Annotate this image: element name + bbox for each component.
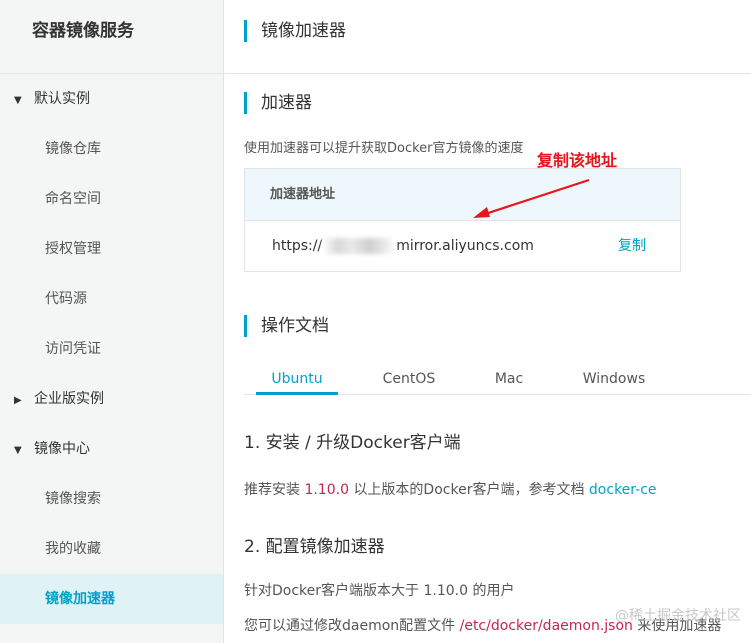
copy-button[interactable]: 复制 bbox=[618, 221, 646, 271]
page-header: 镜像加速器 bbox=[225, 0, 751, 74]
sidebar-item-authorization[interactable]: 授权管理 bbox=[0, 224, 223, 274]
os-tabs: Ubuntu CentOS Mac Windows bbox=[244, 365, 751, 395]
caret-down-icon: ▼ bbox=[14, 95, 22, 106]
section-title-docs: 操作文档 bbox=[244, 315, 329, 337]
sidebar-group-image-center[interactable]: ▼ 镜像中心 bbox=[0, 424, 223, 474]
tab-mac[interactable]: Mac bbox=[484, 365, 534, 395]
tab-ubuntu[interactable]: Ubuntu bbox=[256, 365, 338, 395]
step1-title: 1. 安装 / 升级Docker客户端 bbox=[244, 433, 461, 453]
step1-text-after: 以上版本的Docker客户端，参考文档 bbox=[353, 482, 585, 498]
sidebar-item-code-source[interactable]: 代码源 bbox=[0, 274, 223, 324]
section-title-accelerator: 加速器 bbox=[244, 92, 312, 114]
sidebar: 容器镜像服务 ▼ 默认实例 镜像仓库 命名空间 授权管理 代码源 访问凭证 ▶ 企业… bbox=[0, 0, 224, 643]
sidebar-item-favorites[interactable]: 我的收藏 bbox=[0, 524, 223, 574]
step2-text1: 针对Docker客户端版本大于 1.10.0 的用户 bbox=[244, 580, 514, 600]
docker-ce-link[interactable]: docker-ce bbox=[589, 482, 657, 498]
caret-right-icon: ▶ bbox=[14, 395, 22, 406]
step2-text1-after: 的用户 bbox=[472, 583, 515, 599]
tab-centos[interactable]: CentOS bbox=[367, 365, 451, 395]
watermark: @稀土掘金技术社区 bbox=[615, 608, 741, 624]
main-content: 镜像加速器 加速器 使用加速器可以提升获取Docker官方镜像的速度 加速器地址… bbox=[225, 0, 751, 643]
sidebar-item-image-accelerator[interactable]: 镜像加速器 bbox=[0, 574, 223, 624]
accelerator-address-box: 加速器地址 https:// mirror.aliyuncs.com 复制 bbox=[244, 168, 681, 272]
sidebar-item-image-search[interactable]: 镜像搜索 bbox=[0, 474, 223, 524]
sidebar-item-namespace[interactable]: 命名空间 bbox=[0, 174, 223, 224]
accelerator-description: 使用加速器可以提升获取Docker官方镜像的速度 bbox=[244, 141, 524, 156]
daemon-json-path: /etc/docker/daemon.json bbox=[459, 618, 633, 634]
step2-text1-before: 针对Docker客户端版本大于 bbox=[244, 583, 420, 599]
redacted-blur bbox=[323, 238, 396, 254]
sidebar-group-default-instance[interactable]: ▼ 默认实例 bbox=[0, 74, 223, 124]
page-title: 镜像加速器 bbox=[244, 20, 346, 42]
sidebar-group-enterprise-instance[interactable]: ▶ 企业版实例 bbox=[0, 374, 223, 424]
tab-windows[interactable]: Windows bbox=[571, 365, 657, 395]
mirror-url-suffix: mirror.aliyuncs.com bbox=[396, 238, 534, 254]
annotation-label: 复制该地址 bbox=[537, 151, 618, 170]
sidebar-group-label: 企业版实例 bbox=[34, 391, 104, 407]
step1-version: 1.10.0 bbox=[304, 482, 349, 498]
step1-text-before: 推荐安装 bbox=[244, 482, 300, 498]
sidebar-item-image-repo[interactable]: 镜像仓库 bbox=[0, 124, 223, 174]
annotation-arrow-icon bbox=[473, 178, 590, 218]
accelerator-address-row: https:// mirror.aliyuncs.com 复制 bbox=[245, 221, 680, 271]
mirror-url-prefix: https:// bbox=[272, 238, 323, 254]
step2-title: 2. 配置镜像加速器 bbox=[244, 537, 385, 557]
step2-text2-before: 您可以通过修改daemon配置文件 bbox=[244, 618, 456, 634]
sidebar-title: 容器镜像服务 bbox=[0, 0, 223, 74]
caret-down-icon: ▼ bbox=[14, 445, 22, 456]
accelerator-address-header: 加速器地址 bbox=[245, 169, 680, 221]
step1-text: 推荐安装 1.10.0 以上版本的Docker客户端，参考文档 docker-c… bbox=[244, 479, 657, 499]
sidebar-item-access-credential[interactable]: 访问凭证 bbox=[0, 324, 223, 374]
sidebar-group-label: 默认实例 bbox=[34, 91, 90, 107]
step2-version: 1.10.0 bbox=[423, 583, 469, 599]
sidebar-group-label: 镜像中心 bbox=[34, 441, 90, 457]
